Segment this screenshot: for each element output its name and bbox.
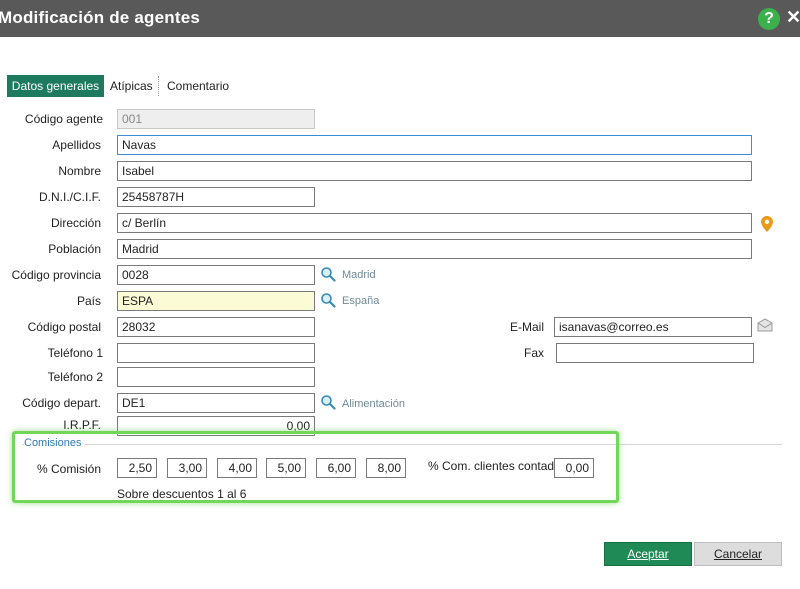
comision-field-6[interactable]: 8,00: [366, 458, 406, 478]
pais-field[interactable]: ESPA: [117, 291, 315, 311]
poblacion-label: Población: [48, 242, 101, 256]
irpf-label: I.R.P.F.: [63, 418, 101, 432]
apellidos-field[interactable]: Navas: [117, 135, 752, 155]
tab-atipicas[interactable]: Atípicas: [110, 75, 153, 97]
com-clientes-contado-label: % Com. clientes contado: [428, 459, 561, 473]
comision-field-5[interactable]: 6,00: [316, 458, 356, 478]
cancel-button[interactable]: Cancelar: [694, 542, 782, 566]
telefono1-field[interactable]: [117, 343, 315, 363]
codigo-agente-field: 001: [117, 109, 315, 129]
codigo-postal-label: Código postal: [27, 320, 101, 334]
comision-field-2[interactable]: 3,00: [167, 458, 207, 478]
map-pin-icon[interactable]: [761, 216, 773, 232]
comision-field-1[interactable]: 2,50: [117, 458, 157, 478]
accept-button-label: Aceptar: [627, 547, 669, 561]
telefono2-label: Teléfono 2: [47, 370, 103, 384]
telefono2-field[interactable]: [117, 367, 315, 387]
search-icon[interactable]: [320, 266, 336, 282]
depart-lookup-text: Alimentación: [342, 398, 405, 410]
search-icon[interactable]: [320, 394, 336, 410]
email-label: E-Mail: [509, 320, 544, 334]
pais-lookup-text: España: [342, 295, 380, 307]
fax-field[interactable]: [556, 343, 754, 363]
comisiones-note: Sobre descuentos 1 al 6: [117, 487, 247, 501]
tab-datos-generales[interactable]: Datos generales: [7, 75, 104, 97]
window-titlebar: Modificación de agentes ? ✕: [0, 0, 800, 37]
dni-field[interactable]: 25458787H: [117, 187, 315, 207]
close-icon[interactable]: ✕: [786, 6, 800, 28]
codigo-agente-label: Código agente: [24, 112, 103, 126]
window-title: Modificación de agentes: [0, 8, 201, 27]
comisiones-group-title: Comisiones: [24, 437, 86, 449]
provincia-lookup-text: Madrid: [342, 269, 376, 281]
telefono1-label: Teléfono 1: [47, 346, 103, 360]
comision-label: % Comisión: [36, 462, 101, 476]
pais-label: País: [76, 294, 101, 308]
codigo-provincia-field[interactable]: 0028: [117, 265, 315, 285]
poblacion-field[interactable]: Madrid: [117, 239, 752, 259]
comision-field-4[interactable]: 5,00: [266, 458, 306, 478]
comision-field-3[interactable]: 4,00: [217, 458, 257, 478]
email-field[interactable]: isanavas@correo.es: [554, 317, 752, 337]
irpf-field[interactable]: 0,00: [117, 416, 315, 436]
help-icon[interactable]: ?: [758, 8, 780, 30]
codigo-depart-label: Código depart.: [22, 396, 101, 410]
dni-label: D.N.I./C.I.F.: [38, 190, 101, 204]
comisiones-divider: [22, 444, 782, 445]
accept-button[interactable]: Aceptar: [604, 542, 692, 566]
envelope-icon[interactable]: [757, 318, 773, 332]
direccion-field[interactable]: c/ Berlín: [117, 213, 752, 233]
nombre-label: Nombre: [58, 164, 101, 178]
fax-label: Fax: [523, 346, 544, 360]
codigo-provincia-label: Código provincia: [11, 268, 101, 282]
codigo-depart-field[interactable]: DE1: [117, 393, 315, 413]
codigo-postal-field[interactable]: 28032: [117, 317, 315, 337]
direccion-label: Dirección: [50, 216, 101, 230]
nombre-field[interactable]: Isabel: [117, 161, 752, 181]
cancel-button-label: Cancelar: [713, 547, 763, 561]
search-icon[interactable]: [320, 292, 336, 308]
tab-separator: [158, 76, 159, 96]
tab-comentario[interactable]: Comentario: [167, 75, 229, 97]
apellidos-label: Apellidos: [52, 138, 101, 152]
com-clientes-contado-field[interactable]: 0,00: [554, 458, 594, 478]
